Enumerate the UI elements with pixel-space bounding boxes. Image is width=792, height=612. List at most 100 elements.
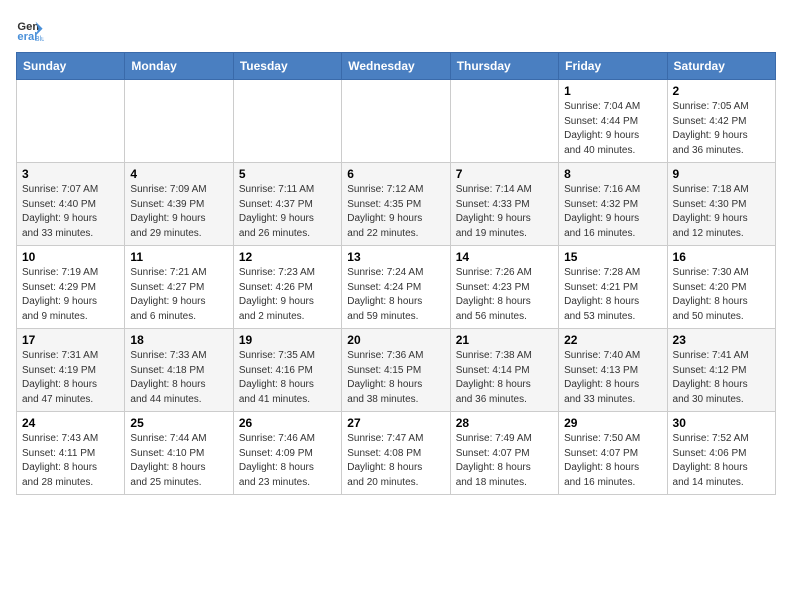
day-number: 28 [456,416,553,430]
day-info: Sunrise: 7:19 AM Sunset: 4:29 PM Dayligh… [22,266,119,324]
day-number: 8 [564,167,661,181]
day-info: Sunrise: 7:49 AM Sunset: 4:07 PM Dayligh… [456,432,553,490]
day-info: Sunrise: 7:24 AM Sunset: 4:24 PM Dayligh… [347,266,444,324]
day-info: Sunrise: 7:38 AM Sunset: 4:14 PM Dayligh… [456,349,553,407]
calendar-cell: 7 Sunrise: 7:14 AM Sunset: 4:33 PM Daylig… [450,163,558,246]
calendar-table: SundayMondayTuesdayWednesdayThursdayFrid… [16,52,776,495]
day-number: 10 [22,250,119,264]
day-info: Sunrise: 7:44 AM Sunset: 4:10 PM Dayligh… [130,432,227,490]
day-number: 20 [347,333,444,347]
day-number: 23 [673,333,770,347]
calendar-cell: 30 Sunrise: 7:52 AM Sunset: 4:06 PM Dayli… [667,412,775,495]
calendar-cell: 17 Sunrise: 7:31 AM Sunset: 4:19 PM Dayli… [17,329,125,412]
day-info: Sunrise: 7:40 AM Sunset: 4:13 PM Dayligh… [564,349,661,407]
day-number: 2 [673,84,770,98]
day-number: 9 [673,167,770,181]
weekday-header-saturday: Saturday [667,53,775,80]
calendar-cell [450,80,558,163]
calendar-cell [125,80,233,163]
day-number: 26 [239,416,336,430]
calendar-cell: 10 Sunrise: 7:19 AM Sunset: 4:29 PM Dayli… [17,246,125,329]
weekday-header-wednesday: Wednesday [342,53,450,80]
calendar-cell: 5 Sunrise: 7:11 AM Sunset: 4:37 PM Daylig… [233,163,341,246]
day-number: 29 [564,416,661,430]
calendar-cell: 20 Sunrise: 7:36 AM Sunset: 4:15 PM Dayli… [342,329,450,412]
calendar-week-2: 3 Sunrise: 7:07 AM Sunset: 4:40 PM Daylig… [17,163,776,246]
calendar-cell: 19Sunrise: 7:35 AM Sunset: 4:16 PM Dayli… [233,329,341,412]
day-number: 27 [347,416,444,430]
calendar-cell [17,80,125,163]
day-number: 3 [22,167,119,181]
day-number: 21 [456,333,553,347]
calendar-cell: 8 Sunrise: 7:16 AM Sunset: 4:32 PM Daylig… [559,163,667,246]
svg-text:Blue: Blue [35,36,44,43]
day-info: Sunrise: 7:36 AM Sunset: 4:15 PM Dayligh… [347,349,444,407]
day-info: Sunrise: 7:30 AM Sunset: 4:20 PM Dayligh… [673,266,770,324]
day-info: Sunrise: 7:46 AM Sunset: 4:09 PM Dayligh… [239,432,336,490]
calendar-cell: 15Sunrise: 7:28 AM Sunset: 4:21 PM Dayli… [559,246,667,329]
day-info: Sunrise: 7:09 AM Sunset: 4:39 PM Dayligh… [130,183,227,241]
day-number: 17 [22,333,119,347]
logo: Gen eral Blue [16,16,48,44]
day-info: Sunrise: 7:07 AM Sunset: 4:40 PM Dayligh… [22,183,119,241]
day-number: 30 [673,416,770,430]
day-info: Sunrise: 7:31 AM Sunset: 4:19 PM Dayligh… [22,349,119,407]
day-number: 24 [22,416,119,430]
weekday-header-row: SundayMondayTuesdayWednesdayThursdayFrid… [17,53,776,80]
day-info: Sunrise: 7:05 AM Sunset: 4:42 PM Dayligh… [673,100,770,158]
weekday-header-thursday: Thursday [450,53,558,80]
day-number: 5 [239,167,336,181]
calendar-cell [342,80,450,163]
calendar-body: 1 Sunrise: 7:04 AM Sunset: 4:44 PM Daylig… [17,80,776,495]
calendar-cell: 2 Sunrise: 7:05 AM Sunset: 4:42 PM Daylig… [667,80,775,163]
calendar-cell: 16 Sunrise: 7:30 AM Sunset: 4:20 PM Dayli… [667,246,775,329]
calendar-week-1: 1 Sunrise: 7:04 AM Sunset: 4:44 PM Daylig… [17,80,776,163]
calendar-cell: 22 Sunrise: 7:40 AM Sunset: 4:13 PM Dayli… [559,329,667,412]
calendar-week-5: 24Sunrise: 7:43 AM Sunset: 4:11 PM Dayli… [17,412,776,495]
calendar-cell: 9 Sunrise: 7:18 AM Sunset: 4:30 PM Daylig… [667,163,775,246]
day-info: Sunrise: 7:12 AM Sunset: 4:35 PM Dayligh… [347,183,444,241]
day-number: 11 [130,250,227,264]
calendar-cell: 23 Sunrise: 7:41 AM Sunset: 4:12 PM Dayli… [667,329,775,412]
day-number: 4 [130,167,227,181]
calendar-cell: 26 Sunrise: 7:46 AM Sunset: 4:09 PM Dayli… [233,412,341,495]
day-info: Sunrise: 7:33 AM Sunset: 4:18 PM Dayligh… [130,349,227,407]
day-info: Sunrise: 7:11 AM Sunset: 4:37 PM Dayligh… [239,183,336,241]
logo-icon: Gen eral Blue [16,16,44,44]
calendar-week-3: 10 Sunrise: 7:19 AM Sunset: 4:29 PM Dayli… [17,246,776,329]
day-info: Sunrise: 7:23 AM Sunset: 4:26 PM Dayligh… [239,266,336,324]
day-number: 13 [347,250,444,264]
calendar-cell: 13 Sunrise: 7:24 AM Sunset: 4:24 PM Dayli… [342,246,450,329]
day-info: Sunrise: 7:28 AM Sunset: 4:21 PM Dayligh… [564,266,661,324]
day-info: Sunrise: 7:14 AM Sunset: 4:33 PM Dayligh… [456,183,553,241]
calendar-cell: 24Sunrise: 7:43 AM Sunset: 4:11 PM Dayli… [17,412,125,495]
day-number: 22 [564,333,661,347]
weekday-header-monday: Monday [125,53,233,80]
calendar-cell: 4 Sunrise: 7:09 AM Sunset: 4:39 PM Daylig… [125,163,233,246]
calendar-cell: 1 Sunrise: 7:04 AM Sunset: 4:44 PM Daylig… [559,80,667,163]
day-number: 6 [347,167,444,181]
day-info: Sunrise: 7:52 AM Sunset: 4:06 PM Dayligh… [673,432,770,490]
calendar-cell: 12 Sunrise: 7:23 AM Sunset: 4:26 PM Dayli… [233,246,341,329]
calendar-cell: 28 Sunrise: 7:49 AM Sunset: 4:07 PM Dayli… [450,412,558,495]
day-number: 7 [456,167,553,181]
calendar-cell: 18 Sunrise: 7:33 AM Sunset: 4:18 PM Dayli… [125,329,233,412]
weekday-header-tuesday: Tuesday [233,53,341,80]
calendar-cell: 11Sunrise: 7:21 AM Sunset: 4:27 PM Dayli… [125,246,233,329]
weekday-header-sunday: Sunday [17,53,125,80]
day-info: Sunrise: 7:26 AM Sunset: 4:23 PM Dayligh… [456,266,553,324]
calendar-cell: 14Sunrise: 7:26 AM Sunset: 4:23 PM Dayli… [450,246,558,329]
calendar-cell: 25Sunrise: 7:44 AM Sunset: 4:10 PM Dayli… [125,412,233,495]
day-number: 12 [239,250,336,264]
day-number: 16 [673,250,770,264]
day-number: 1 [564,84,661,98]
day-info: Sunrise: 7:35 AM Sunset: 4:16 PM Dayligh… [239,349,336,407]
calendar-cell: 27Sunrise: 7:47 AM Sunset: 4:08 PM Dayli… [342,412,450,495]
day-info: Sunrise: 7:18 AM Sunset: 4:30 PM Dayligh… [673,183,770,241]
day-info: Sunrise: 7:41 AM Sunset: 4:12 PM Dayligh… [673,349,770,407]
weekday-header-friday: Friday [559,53,667,80]
day-info: Sunrise: 7:16 AM Sunset: 4:32 PM Dayligh… [564,183,661,241]
day-info: Sunrise: 7:04 AM Sunset: 4:44 PM Dayligh… [564,100,661,158]
calendar-cell: 29Sunrise: 7:50 AM Sunset: 4:07 PM Dayli… [559,412,667,495]
day-number: 18 [130,333,227,347]
